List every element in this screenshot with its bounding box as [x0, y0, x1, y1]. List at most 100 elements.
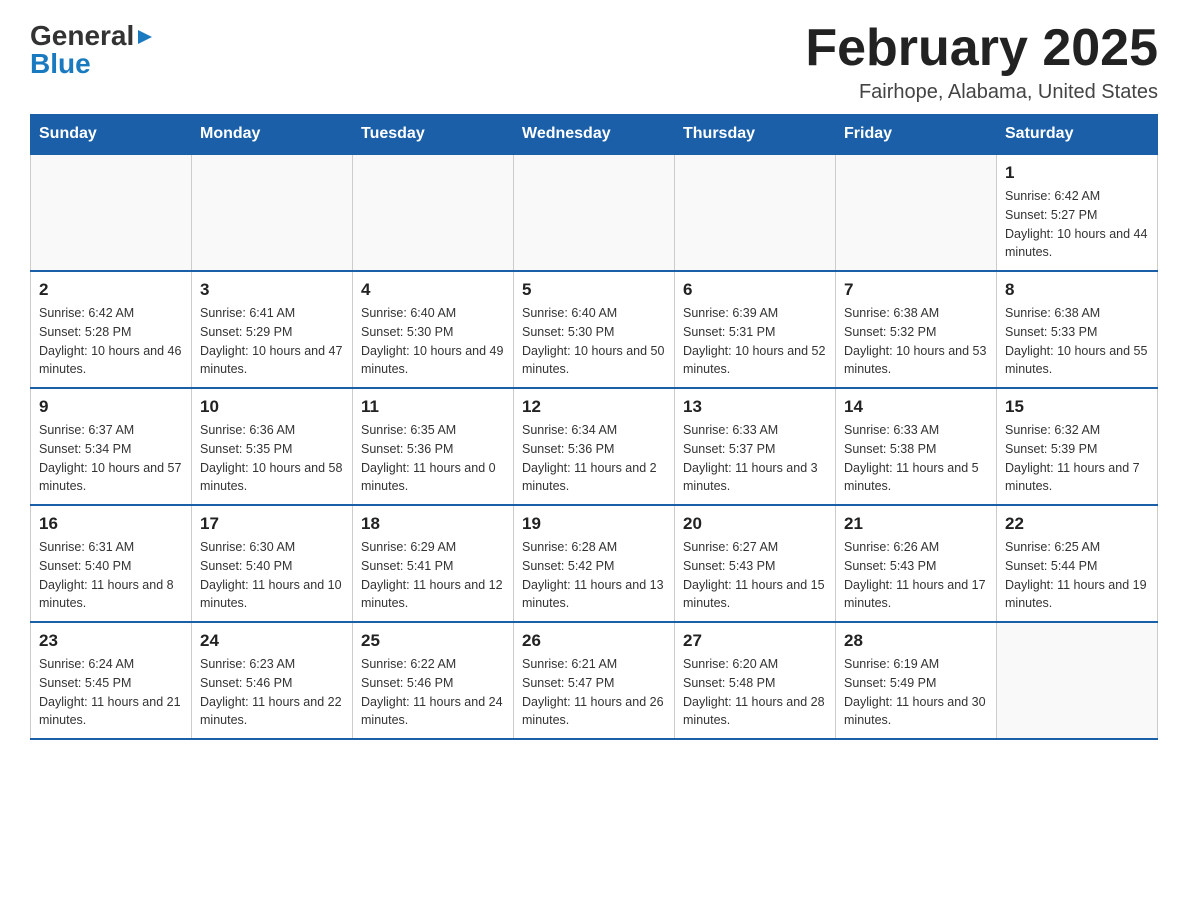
- day-info: Sunrise: 6:37 AMSunset: 5:34 PMDaylight:…: [39, 421, 183, 496]
- day-number: 11: [361, 397, 505, 417]
- day-info: Sunrise: 6:41 AMSunset: 5:29 PMDaylight:…: [200, 304, 344, 379]
- table-row: 18 Sunrise: 6:29 AMSunset: 5:41 PMDayligh…: [353, 505, 514, 622]
- day-info: Sunrise: 6:39 AMSunset: 5:31 PMDaylight:…: [683, 304, 827, 379]
- table-row: 6 Sunrise: 6:39 AMSunset: 5:31 PMDaylight…: [675, 271, 836, 388]
- day-info: Sunrise: 6:42 AMSunset: 5:27 PMDaylight:…: [1005, 187, 1149, 262]
- day-info: Sunrise: 6:29 AMSunset: 5:41 PMDaylight:…: [361, 538, 505, 613]
- day-number: 2: [39, 280, 183, 300]
- day-info: Sunrise: 6:34 AMSunset: 5:36 PMDaylight:…: [522, 421, 666, 496]
- col-monday: Monday: [192, 115, 353, 155]
- page-header: General Blue February 2025 Fairhope, Ala…: [30, 20, 1158, 104]
- col-friday: Friday: [836, 115, 997, 155]
- day-number: 7: [844, 280, 988, 300]
- table-row: [675, 154, 836, 271]
- table-row: 15 Sunrise: 6:32 AMSunset: 5:39 PMDayligh…: [997, 388, 1158, 505]
- day-number: 5: [522, 280, 666, 300]
- calendar-table: Sunday Monday Tuesday Wednesday Thursday…: [30, 114, 1158, 740]
- table-row: 7 Sunrise: 6:38 AMSunset: 5:32 PMDaylight…: [836, 271, 997, 388]
- table-row: 5 Sunrise: 6:40 AMSunset: 5:30 PMDaylight…: [514, 271, 675, 388]
- day-number: 6: [683, 280, 827, 300]
- table-row: 8 Sunrise: 6:38 AMSunset: 5:33 PMDaylight…: [997, 271, 1158, 388]
- day-info: Sunrise: 6:27 AMSunset: 5:43 PMDaylight:…: [683, 538, 827, 613]
- day-number: 9: [39, 397, 183, 417]
- day-info: Sunrise: 6:36 AMSunset: 5:35 PMDaylight:…: [200, 421, 344, 496]
- table-row: 2 Sunrise: 6:42 AMSunset: 5:28 PMDaylight…: [31, 271, 192, 388]
- day-number: 22: [1005, 514, 1149, 534]
- day-number: 15: [1005, 397, 1149, 417]
- day-info: Sunrise: 6:23 AMSunset: 5:46 PMDaylight:…: [200, 655, 344, 730]
- table-row: 1 Sunrise: 6:42 AMSunset: 5:27 PMDaylight…: [997, 154, 1158, 271]
- table-row: 17 Sunrise: 6:30 AMSunset: 5:40 PMDayligh…: [192, 505, 353, 622]
- day-info: Sunrise: 6:31 AMSunset: 5:40 PMDaylight:…: [39, 538, 183, 613]
- day-info: Sunrise: 6:22 AMSunset: 5:46 PMDaylight:…: [361, 655, 505, 730]
- table-row: 28 Sunrise: 6:19 AMSunset: 5:49 PMDayligh…: [836, 622, 997, 739]
- table-row: [192, 154, 353, 271]
- day-info: Sunrise: 6:21 AMSunset: 5:47 PMDaylight:…: [522, 655, 666, 730]
- day-number: 17: [200, 514, 344, 534]
- day-number: 1: [1005, 163, 1149, 183]
- title-section: February 2025 Fairhope, Alabama, United …: [805, 20, 1158, 104]
- day-number: 18: [361, 514, 505, 534]
- day-number: 12: [522, 397, 666, 417]
- day-number: 3: [200, 280, 344, 300]
- table-row: 19Sunrise: 6:28 AMSunset: 5:42 PMDayligh…: [514, 505, 675, 622]
- logo-blue-text: Blue: [30, 48, 91, 79]
- day-number: 25: [361, 631, 505, 651]
- day-number: 16: [39, 514, 183, 534]
- table-row: 9 Sunrise: 6:37 AMSunset: 5:34 PMDaylight…: [31, 388, 192, 505]
- day-info: Sunrise: 6:19 AMSunset: 5:49 PMDaylight:…: [844, 655, 988, 730]
- calendar-week-row: 2 Sunrise: 6:42 AMSunset: 5:28 PMDaylight…: [31, 271, 1158, 388]
- table-row: 25 Sunrise: 6:22 AMSunset: 5:46 PMDayligh…: [353, 622, 514, 739]
- table-row: 21 Sunrise: 6:26 AMSunset: 5:43 PMDayligh…: [836, 505, 997, 622]
- day-info: Sunrise: 6:38 AMSunset: 5:33 PMDaylight:…: [1005, 304, 1149, 379]
- logo: General Blue: [30, 20, 154, 80]
- table-row: 12 Sunrise: 6:34 AMSunset: 5:36 PMDayligh…: [514, 388, 675, 505]
- day-number: 19: [522, 514, 666, 534]
- day-info: Sunrise: 6:38 AMSunset: 5:32 PMDaylight:…: [844, 304, 988, 379]
- table-row: [836, 154, 997, 271]
- table-row: 27Sunrise: 6:20 AMSunset: 5:48 PMDayligh…: [675, 622, 836, 739]
- table-row: [31, 154, 192, 271]
- day-number: 13: [683, 397, 827, 417]
- day-info: Sunrise: 6:32 AMSunset: 5:39 PMDaylight:…: [1005, 421, 1149, 496]
- day-number: 24: [200, 631, 344, 651]
- table-row: 10 Sunrise: 6:36 AMSunset: 5:35 PMDayligh…: [192, 388, 353, 505]
- calendar-week-row: 16 Sunrise: 6:31 AMSunset: 5:40 PMDayligh…: [31, 505, 1158, 622]
- day-info: Sunrise: 6:30 AMSunset: 5:40 PMDaylight:…: [200, 538, 344, 613]
- day-info: Sunrise: 6:40 AMSunset: 5:30 PMDaylight:…: [522, 304, 666, 379]
- day-number: 21: [844, 514, 988, 534]
- calendar-week-row: 23 Sunrise: 6:24 AMSunset: 5:45 PMDayligh…: [31, 622, 1158, 739]
- day-info: Sunrise: 6:24 AMSunset: 5:45 PMDaylight:…: [39, 655, 183, 730]
- calendar-header-row: Sunday Monday Tuesday Wednesday Thursday…: [31, 115, 1158, 155]
- day-number: 4: [361, 280, 505, 300]
- day-info: Sunrise: 6:26 AMSunset: 5:43 PMDaylight:…: [844, 538, 988, 613]
- day-info: Sunrise: 6:33 AMSunset: 5:38 PMDaylight:…: [844, 421, 988, 496]
- table-row: 26Sunrise: 6:21 AMSunset: 5:47 PMDayligh…: [514, 622, 675, 739]
- col-wednesday: Wednesday: [514, 115, 675, 155]
- col-tuesday: Tuesday: [353, 115, 514, 155]
- day-info: Sunrise: 6:33 AMSunset: 5:37 PMDaylight:…: [683, 421, 827, 496]
- logo-arrow-icon: [136, 28, 154, 46]
- table-row: 16 Sunrise: 6:31 AMSunset: 5:40 PMDayligh…: [31, 505, 192, 622]
- table-row: [353, 154, 514, 271]
- day-number: 23: [39, 631, 183, 651]
- table-row: 4 Sunrise: 6:40 AMSunset: 5:30 PMDaylight…: [353, 271, 514, 388]
- table-row: 24 Sunrise: 6:23 AMSunset: 5:46 PMDayligh…: [192, 622, 353, 739]
- day-number: 28: [844, 631, 988, 651]
- day-info: Sunrise: 6:25 AMSunset: 5:44 PMDaylight:…: [1005, 538, 1149, 613]
- day-number: 8: [1005, 280, 1149, 300]
- table-row: 20Sunrise: 6:27 AMSunset: 5:43 PMDayligh…: [675, 505, 836, 622]
- calendar-week-row: 1 Sunrise: 6:42 AMSunset: 5:27 PMDaylight…: [31, 154, 1158, 271]
- col-thursday: Thursday: [675, 115, 836, 155]
- table-row: [997, 622, 1158, 739]
- calendar-week-row: 9 Sunrise: 6:37 AMSunset: 5:34 PMDaylight…: [31, 388, 1158, 505]
- day-number: 10: [200, 397, 344, 417]
- day-info: Sunrise: 6:42 AMSunset: 5:28 PMDaylight:…: [39, 304, 183, 379]
- table-row: 23 Sunrise: 6:24 AMSunset: 5:45 PMDayligh…: [31, 622, 192, 739]
- day-info: Sunrise: 6:40 AMSunset: 5:30 PMDaylight:…: [361, 304, 505, 379]
- table-row: 14Sunrise: 6:33 AMSunset: 5:38 PMDayligh…: [836, 388, 997, 505]
- table-row: 3 Sunrise: 6:41 AMSunset: 5:29 PMDaylight…: [192, 271, 353, 388]
- table-row: [514, 154, 675, 271]
- table-row: 13 Sunrise: 6:33 AMSunset: 5:37 PMDayligh…: [675, 388, 836, 505]
- col-saturday: Saturday: [997, 115, 1158, 155]
